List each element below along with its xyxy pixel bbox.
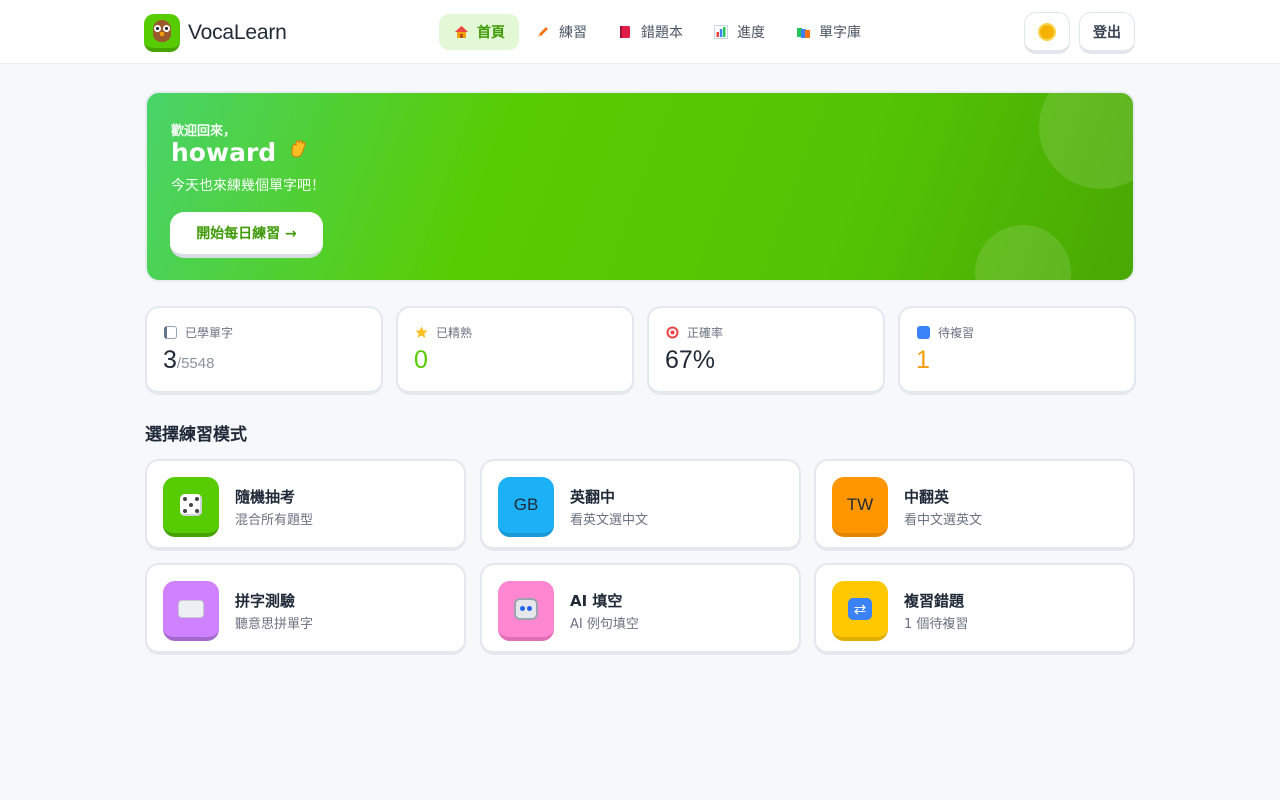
mode-description: 混合所有題型 xyxy=(235,513,314,528)
book-icon xyxy=(164,326,177,339)
stat-card-mastered: 已精熟 0 xyxy=(396,306,634,395)
stat-card-learned: 已學單字 3/5548 xyxy=(145,306,383,395)
welcome-banner: 歡迎回來， howard 今天也來練幾個單字吧！ 開始每日練習 → xyxy=(145,91,1135,282)
mode-description: AI 例句填空 xyxy=(570,617,639,632)
sun-icon xyxy=(1040,24,1054,39)
stat-label: 正確率 xyxy=(687,326,724,340)
stat-label: 待複習 xyxy=(938,326,975,340)
mode-title: 隨機抽考 xyxy=(235,488,296,506)
mode-card-ai-fill-blank[interactable]: AI 填空 AI 例句填空 xyxy=(480,563,801,655)
logout-button[interactable]: 登出 xyxy=(1079,12,1135,54)
username: howard xyxy=(171,137,277,167)
mode-title: 中翻英 xyxy=(904,488,950,506)
top-navbar: VocaLearn 首頁 練習 錯題本 進度 單字庫 登出 xyxy=(0,0,1280,64)
brand[interactable]: VocaLearn xyxy=(144,14,287,52)
mode-title: 英翻中 xyxy=(570,488,616,506)
mode-card-zh-to-en[interactable]: TW 中翻英 看中文選英文 xyxy=(814,459,1135,551)
dice-icon xyxy=(163,477,219,537)
books-icon xyxy=(795,24,811,40)
mode-card-review-mistakes[interactable]: ⇄ 複習錯題 1 個待複習 xyxy=(814,563,1135,655)
nav-item-progress[interactable]: 進度 xyxy=(699,14,779,50)
notebook-icon xyxy=(617,24,633,40)
nav-label: 單字庫 xyxy=(819,25,861,41)
mode-card-en-to-zh[interactable]: GB 英翻中 看英文選中文 xyxy=(480,459,801,551)
bar-chart-icon xyxy=(713,24,729,40)
nav-item-mistakes[interactable]: 錯題本 xyxy=(603,14,697,50)
mode-description: 1 個待複習 xyxy=(904,617,969,632)
stat-label: 已精熟 xyxy=(436,326,473,340)
mode-title: 複習錯題 xyxy=(904,592,965,610)
start-daily-practice-button[interactable]: 開始每日練習 → xyxy=(170,212,323,258)
practice-modes-heading: 選擇練習模式 xyxy=(145,425,247,445)
stat-value: 0 xyxy=(414,346,428,374)
username-heading: howard xyxy=(171,137,310,167)
nav-label: 練習 xyxy=(559,25,587,41)
nav-label: 進度 xyxy=(737,25,765,41)
stat-value: 67% xyxy=(665,346,716,374)
decorative-circle xyxy=(1039,93,1133,189)
nav-item-home[interactable]: 首頁 xyxy=(439,14,519,50)
welcome-subtitle: 今天也來練幾個單字吧！ xyxy=(171,178,325,194)
robot-icon xyxy=(498,581,554,641)
mode-card-spelling[interactable]: 拼字測驗 聽意思拼單字 xyxy=(145,563,466,655)
stat-value: 3/5548 xyxy=(163,346,214,375)
stat-card-accuracy: 正確率 67% xyxy=(647,306,885,395)
decorative-circle xyxy=(975,225,1071,280)
nav-item-wordbank[interactable]: 單字庫 xyxy=(781,14,875,50)
app-name: VocaLearn xyxy=(188,21,287,44)
theme-toggle-button[interactable] xyxy=(1024,12,1070,54)
target-icon xyxy=(666,326,679,339)
waving-hand-icon xyxy=(286,137,310,167)
learned-count: 3 xyxy=(163,346,177,374)
pencil-icon xyxy=(535,24,551,40)
nav-item-practice[interactable]: 練習 xyxy=(521,14,601,50)
stat-card-review: 待複習 1 xyxy=(898,306,1136,395)
star-icon xyxy=(415,326,428,339)
owl-logo-icon xyxy=(144,14,180,52)
mode-description: 看英文選中文 xyxy=(570,513,649,528)
main-nav: 首頁 練習 錯題本 進度 單字庫 xyxy=(439,14,877,50)
repeat-icon: ⇄ xyxy=(832,581,888,641)
nav-label: 首頁 xyxy=(477,25,505,41)
mode-description: 聽意思拼單字 xyxy=(235,617,314,632)
flag-tw-icon: TW xyxy=(832,477,888,537)
mode-title: 拼字測驗 xyxy=(235,592,296,610)
nav-label: 錯題本 xyxy=(641,25,683,41)
mode-title: AI 填空 xyxy=(570,592,623,610)
repeat-icon xyxy=(917,326,930,339)
stat-value: 1 xyxy=(916,346,930,374)
learned-total: /5548 xyxy=(176,355,215,372)
flag-gb-icon: GB xyxy=(498,477,554,537)
home-icon xyxy=(453,24,469,40)
keyboard-icon xyxy=(163,581,219,641)
mode-card-random-quiz[interactable]: 隨機抽考 混合所有題型 xyxy=(145,459,466,551)
stat-label: 已學單字 xyxy=(185,326,234,340)
mode-description: 看中文選英文 xyxy=(904,513,983,528)
